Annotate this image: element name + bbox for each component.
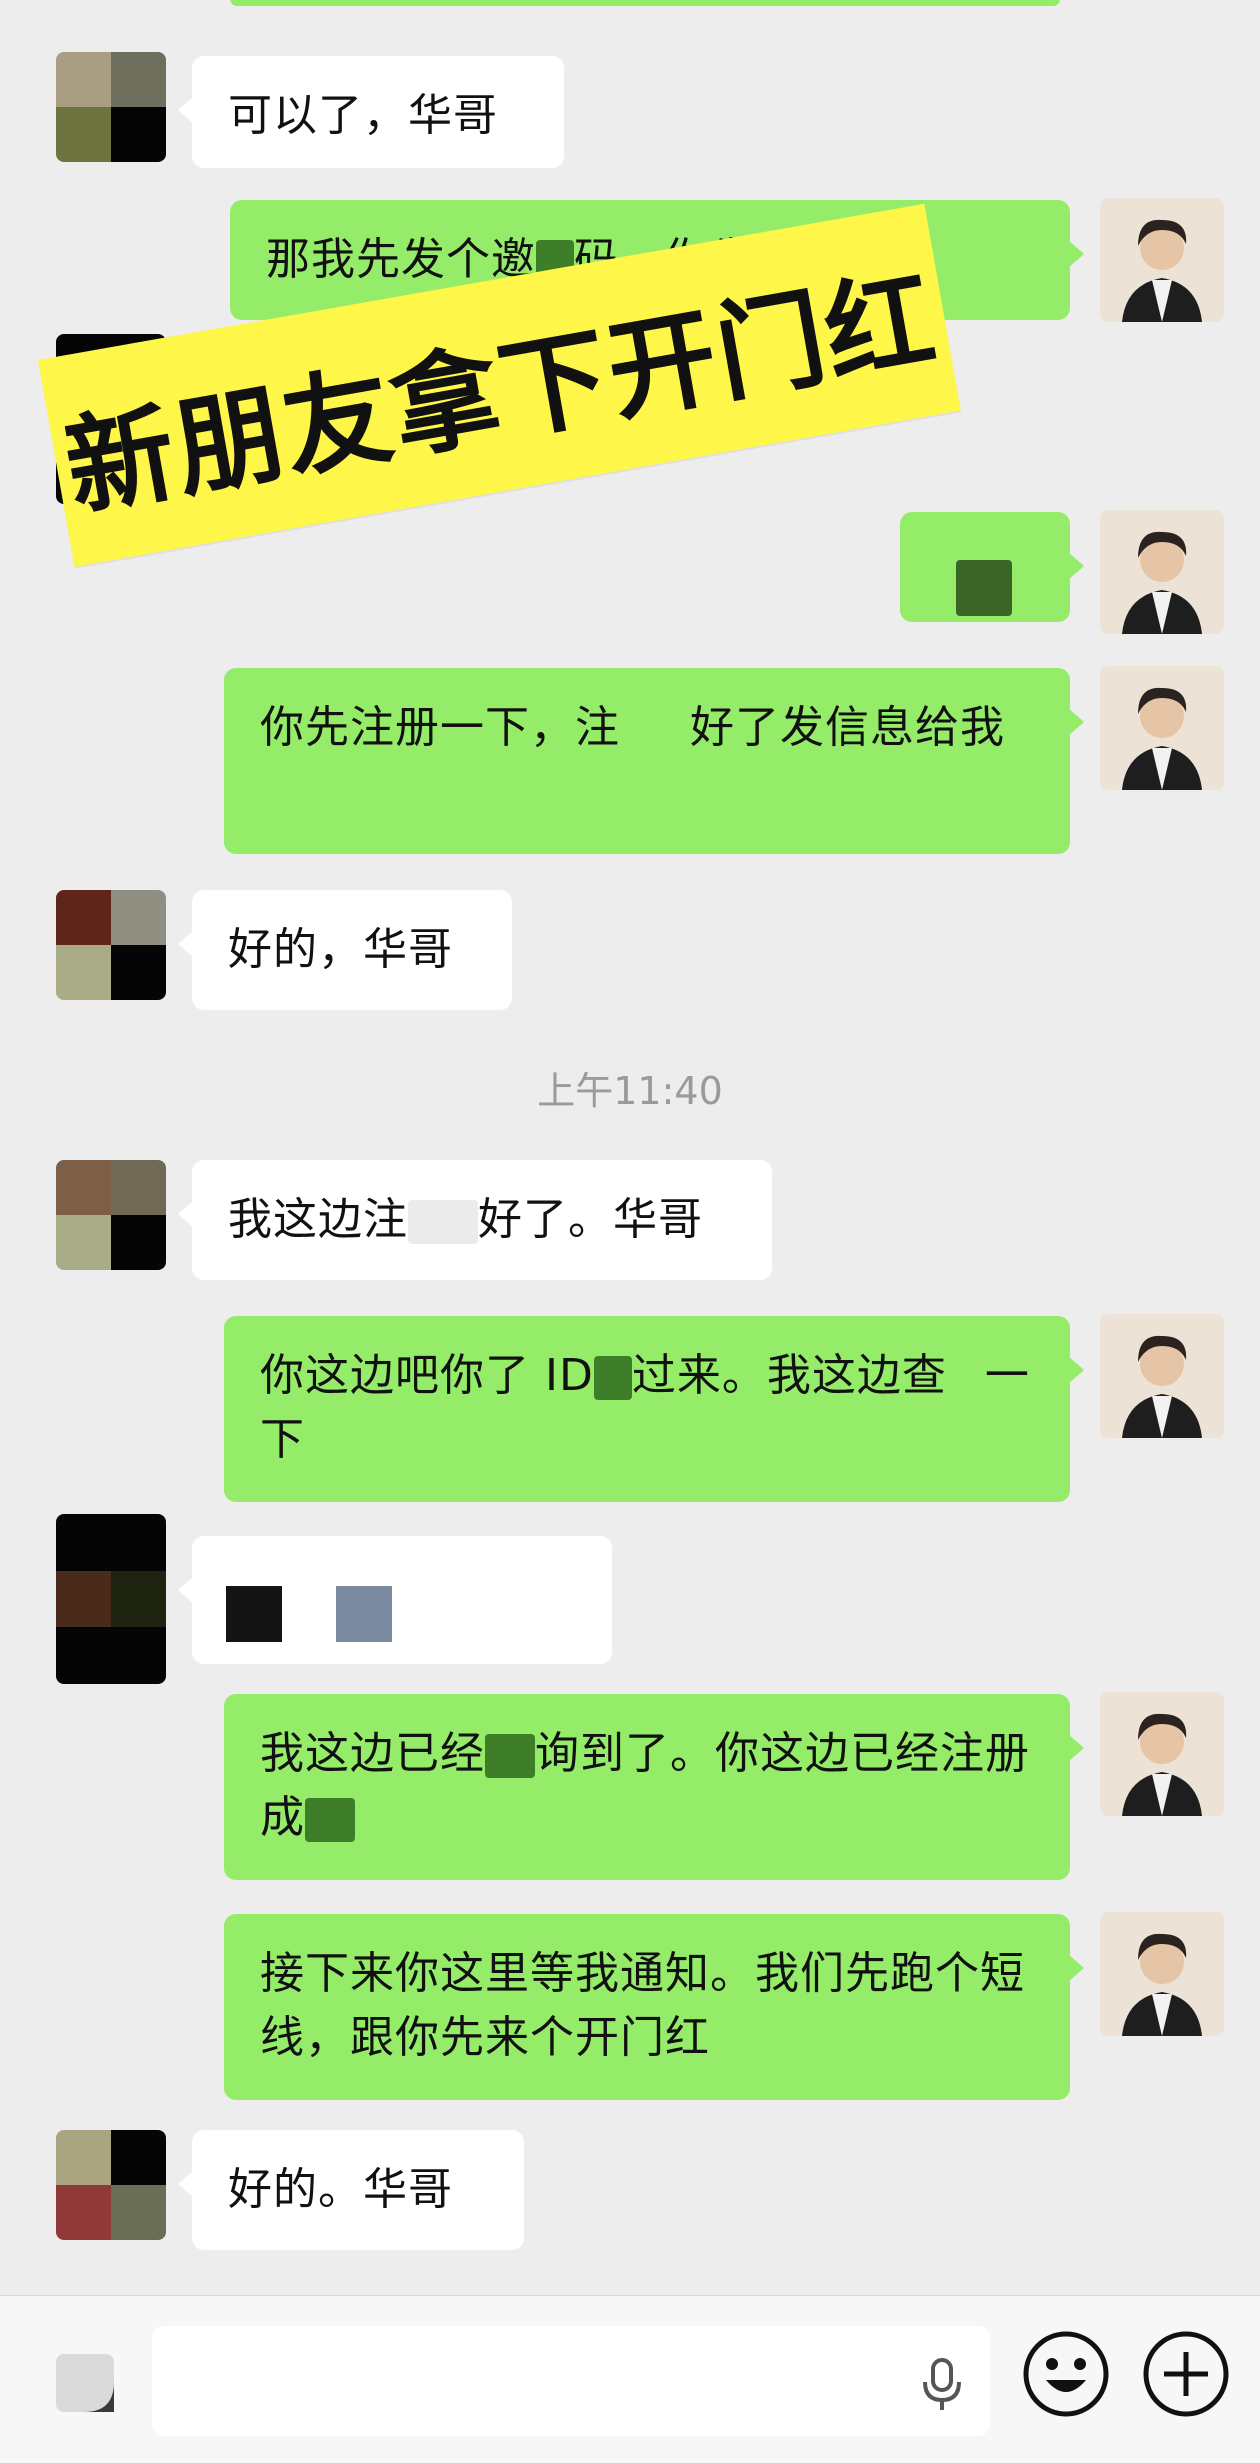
message-bubble[interactable]: 接下来你这里等我通知。我们先跑个短线，跟你先来个开门红: [224, 1914, 1084, 2100]
message-text: 过来。我这边查: [631, 1350, 947, 1401]
message-row-incoming: 好的。华哥: [0, 2130, 1260, 2252]
redacted-blur: [305, 1798, 355, 1842]
message-bubble[interactable]: 我这边注 好了。华哥: [178, 1160, 772, 1280]
redacted-blur: [620, 708, 690, 752]
message-row-outgoing: 你先注册一下，注 好了发信息给我: [0, 666, 1260, 856]
message-text: 好的，华哥: [228, 924, 453, 975]
emoji-icon[interactable]: [1018, 2326, 1114, 2422]
person-photo: [1100, 666, 1224, 790]
person-photo: [1100, 1912, 1224, 2036]
message-bubble[interactable]: 可以了，华哥: [178, 56, 564, 168]
message-row-incoming: 好的，华哥: [0, 890, 1260, 1012]
redacted-blur: [593, 1356, 632, 1400]
my-avatar[interactable]: [1100, 1692, 1224, 1816]
message-bubble[interactable]: 你这边吧你了 ID 过来。我这边查 一下: [224, 1316, 1084, 1502]
message-bubble[interactable]: 好的，华哥: [178, 890, 512, 1010]
redacted-blur: [485, 1734, 535, 1778]
message-text: 可以了，华哥: [228, 90, 498, 141]
message-text: 你先注册一下，注: [260, 702, 620, 753]
message-input-bar: [0, 2295, 1260, 2463]
plus-icon[interactable]: [1138, 2326, 1234, 2422]
my-avatar[interactable]: [1100, 1314, 1224, 1438]
redacted-block: [336, 1586, 392, 1642]
redacted-block: [226, 1586, 282, 1642]
person-photo: [1100, 510, 1224, 634]
message-text: 那我先发个邀: [266, 234, 536, 285]
voice-icon[interactable]: [50, 2348, 120, 2418]
message-text-field[interactable]: [152, 2326, 990, 2436]
contact-avatar[interactable]: [56, 2130, 166, 2240]
person-photo: [1100, 1692, 1224, 1816]
person-photo: [1100, 1314, 1224, 1438]
redacted-blur: [946, 1356, 985, 1400]
redacted-blur: [408, 1200, 478, 1244]
contact-avatar[interactable]: [56, 52, 166, 162]
message-text: 我这边注: [228, 1194, 408, 1245]
message-text: 你这边吧你了 ID: [260, 1350, 594, 1401]
message-text: 好的。华哥: [228, 2164, 453, 2215]
microphone-icon[interactable]: [912, 2354, 972, 2414]
message-row-outgoing: 接下来你这里等我通知。我们先跑个短线，跟你先来个开门红: [0, 1912, 1260, 2102]
message-text: 好了。华哥: [478, 1194, 703, 1245]
my-avatar[interactable]: [1100, 510, 1224, 634]
person-photo: [1100, 198, 1224, 322]
redacted-message-bubble[interactable]: [178, 1536, 612, 1664]
my-avatar[interactable]: [1100, 1912, 1224, 2036]
image-message-bubble[interactable]: [900, 512, 1084, 622]
message-text: 我这边已经: [260, 1728, 485, 1779]
previous-message-bubble-edge: [230, 0, 1060, 6]
message-bubble[interactable]: 好的。华哥: [178, 2130, 524, 2250]
message-timestamp: 上午11:40: [537, 1069, 723, 1113]
message-bubble[interactable]: 我这边已经 询到了。你这边已经注册成: [224, 1694, 1084, 1880]
message-text: 好了发信息给我: [690, 702, 1005, 753]
chat-area: 可以了，华哥 那我先发个邀码。你先注册一下 好: [0, 0, 1260, 2295]
contact-avatar[interactable]: [56, 1514, 166, 1684]
message-row-outgoing: 我这边已经 询到了。你这边已经注册成: [0, 1692, 1260, 1882]
contact-avatar[interactable]: [56, 1160, 166, 1270]
contact-avatar[interactable]: [56, 890, 166, 1000]
message-row-incoming: 可以了，华哥: [0, 52, 1260, 172]
message-text: 接下来你这里等我通知。我们先跑个短线，跟你先来个开门红: [260, 1948, 1025, 2063]
message-row-incoming: [0, 1514, 1260, 1684]
my-avatar[interactable]: [1100, 666, 1224, 790]
message-bubble[interactable]: 你先注册一下，注 好了发信息给我: [224, 668, 1084, 854]
message-row-outgoing: 你这边吧你了 ID 过来。我这边查 一下: [0, 1314, 1260, 1504]
message-row-incoming: 我这边注 好了。华哥: [0, 1160, 1260, 1282]
my-avatar[interactable]: [1100, 198, 1224, 322]
redacted-blur: [956, 560, 1012, 616]
